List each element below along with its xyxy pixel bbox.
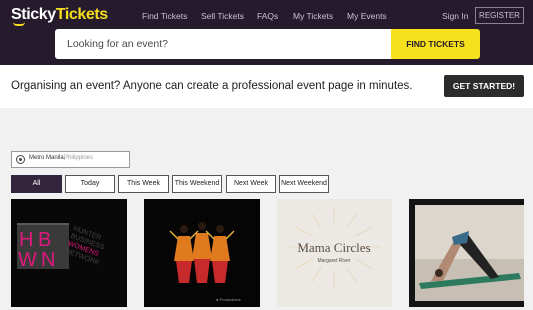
- filter-today[interactable]: Today: [65, 175, 115, 193]
- location-selector[interactable]: Metro Manila, Philippines: [11, 151, 130, 168]
- hbwn-letter-w: W: [18, 249, 37, 271]
- mama-circles-title: Mama Circles: [297, 240, 370, 255]
- logo-smile-icon: [13, 22, 25, 26]
- find-tickets-button[interactable]: FIND TICKETS: [391, 29, 480, 59]
- mama-circles-image: Mama Circles Margaret River: [287, 207, 381, 289]
- mama-circles-subtitle: Margaret River: [317, 258, 350, 264]
- location-pin-icon: [16, 155, 25, 164]
- hbwn-logo-image: H B W N HUNTER BUSINESS WOMENS NETWORK: [17, 223, 106, 271]
- search-placeholder: Looking for an event?: [67, 38, 168, 50]
- location-city: Metro Manila,: [29, 155, 66, 161]
- nav-faqs[interactable]: FAQs: [257, 11, 278, 21]
- nav-my-events[interactable]: My Events: [347, 11, 387, 21]
- nav-find-tickets[interactable]: Find Tickets: [142, 11, 187, 21]
- nav-my-tickets[interactable]: My Tickets: [293, 11, 333, 21]
- filter-next-weekend[interactable]: Next Weekend: [279, 175, 329, 193]
- event-card-hbwn[interactable]: H B W N HUNTER BUSINESS WOMENS NETWORK: [11, 199, 127, 307]
- hbwn-letter-b: B: [38, 229, 51, 251]
- location-country: Philippines: [64, 155, 94, 161]
- stickytickets-logo[interactable]: StickyTickets: [11, 6, 108, 24]
- filter-all[interactable]: All: [11, 175, 62, 193]
- search-input[interactable]: Looking for an event?: [55, 29, 391, 59]
- dancers-image: ● Productions: [169, 222, 241, 302]
- sign-in-link[interactable]: Sign In: [442, 11, 468, 21]
- register-button[interactable]: REGISTER: [475, 7, 524, 24]
- nav-sell-tickets[interactable]: Sell Tickets: [201, 11, 244, 21]
- dancers-caption: ● Productions: [216, 297, 241, 302]
- yoga-image: [409, 199, 524, 307]
- event-card-mama-circles[interactable]: Mama Circles Margaret River: [277, 199, 392, 307]
- promo-text: Organising an event? Anyone can create a…: [11, 80, 413, 92]
- filter-this-weekend[interactable]: This Weekend: [172, 175, 222, 193]
- filter-this-week[interactable]: This Week: [118, 175, 169, 193]
- get-started-button[interactable]: GET STARTED!: [444, 75, 524, 97]
- filter-next-week[interactable]: Next Week: [226, 175, 276, 193]
- event-card-yoga[interactable]: [409, 199, 524, 307]
- hbwn-letter-n: N: [41, 249, 55, 271]
- top-header: StickyTickets Find Tickets Sell Tickets …: [0, 0, 533, 65]
- promo-banner: Organising an event? Anyone can create a…: [0, 65, 533, 108]
- hbwn-letter-h: H: [19, 229, 33, 251]
- event-card-dancers[interactable]: ● Productions: [144, 199, 260, 307]
